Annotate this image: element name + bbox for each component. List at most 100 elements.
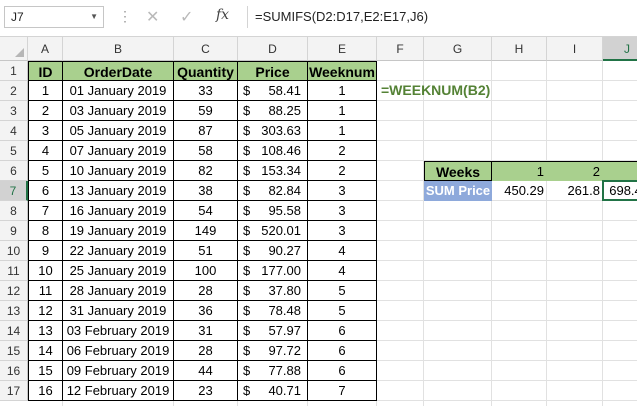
row-header-13[interactable]: 13 — [0, 301, 28, 321]
table-header-quantity[interactable]: Quantity — [174, 61, 238, 81]
summary-sum-value[interactable]: 261.8 — [547, 181, 603, 201]
cell-price[interactable]: $77.88 — [238, 361, 308, 381]
cell-id[interactable]: 14 — [28, 341, 63, 361]
active-cell-selection[interactable] — [602, 180, 637, 201]
cell-id[interactable]: 2 — [28, 101, 63, 121]
cell-quantity[interactable]: 23 — [174, 381, 238, 401]
cell-id[interactable]: 9 — [28, 241, 63, 261]
cell-order-date[interactable]: 22 January 2019 — [63, 241, 174, 261]
cell-order-date[interactable]: 09 February 2019 — [63, 361, 174, 381]
cell-quantity[interactable]: 100 — [174, 261, 238, 281]
table-header-weeknum[interactable]: Weeknum — [308, 61, 377, 81]
cell-weeknum[interactable]: 6 — [308, 321, 377, 341]
cell-weeknum[interactable]: 2 — [308, 141, 377, 161]
cell-id[interactable]: 5 — [28, 161, 63, 181]
row-header-16[interactable]: 16 — [0, 361, 28, 381]
cell-price[interactable]: $88.25 — [238, 101, 308, 121]
row-header-10[interactable]: 10 — [0, 241, 28, 261]
row-header-1[interactable]: 1 — [0, 61, 28, 81]
cell-order-date[interactable]: 25 January 2019 — [63, 261, 174, 281]
cell-quantity[interactable]: 28 — [174, 341, 238, 361]
row-header-3[interactable]: 3 — [0, 101, 28, 121]
column-header-d[interactable]: D — [238, 37, 308, 61]
row-header-7[interactable]: 7 — [0, 181, 28, 201]
row-header-12[interactable]: 12 — [0, 281, 28, 301]
cell-price[interactable]: $78.48 — [238, 301, 308, 321]
cell-weeknum[interactable]: 5 — [308, 301, 377, 321]
table-header-id[interactable]: ID — [28, 61, 63, 81]
cell-weeknum[interactable]: 5 — [308, 281, 377, 301]
cell-order-date[interactable]: 05 January 2019 — [63, 121, 174, 141]
cell-price[interactable]: $177.00 — [238, 261, 308, 281]
row-header-11[interactable]: 11 — [0, 261, 28, 281]
x-icon[interactable]: ✕ — [146, 7, 159, 27]
cell-order-date[interactable]: 12 February 2019 — [63, 381, 174, 401]
cell-quantity[interactable]: 33 — [174, 81, 238, 101]
cell-order-date[interactable]: 19 January 2019 — [63, 221, 174, 241]
formula-input[interactable]: =SUMIFS(D2:D17,E2:E17,J6) — [255, 6, 637, 28]
cell-order-date[interactable]: 13 January 2019 — [63, 181, 174, 201]
column-header-e[interactable]: E — [308, 37, 377, 61]
column-header-h[interactable]: H — [492, 37, 547, 61]
cell-weeknum[interactable]: 6 — [308, 361, 377, 381]
weeknum-formula-note[interactable]: =WEEKNUM(B2) — [381, 82, 490, 98]
column-header-c[interactable]: C — [174, 37, 238, 61]
cell-order-date[interactable]: 07 January 2019 — [63, 141, 174, 161]
summary-week-header[interactable]: 2 — [547, 161, 603, 181]
cell-price[interactable]: $58.41 — [238, 81, 308, 101]
row-header-4[interactable]: 4 — [0, 121, 28, 141]
summary-sum-label[interactable]: SUM Price — [424, 181, 492, 201]
table-header-price[interactable]: Price — [238, 61, 308, 81]
cell-price[interactable]: $153.34 — [238, 161, 308, 181]
cell-quantity[interactable]: 44 — [174, 361, 238, 381]
cell-weeknum[interactable]: 6 — [308, 341, 377, 361]
cell-weeknum[interactable]: 1 — [308, 101, 377, 121]
cell-weeknum[interactable]: 3 — [308, 221, 377, 241]
cell-quantity[interactable]: 82 — [174, 161, 238, 181]
cell-weeknum[interactable]: 1 — [308, 121, 377, 141]
cell-id[interactable]: 8 — [28, 221, 63, 241]
row-header-2[interactable]: 2 — [0, 81, 28, 101]
column-header-j[interactable]: J — [603, 37, 637, 61]
check-icon[interactable]: ✓ — [180, 7, 193, 27]
cell-price[interactable]: $82.84 — [238, 181, 308, 201]
chevron-down-icon[interactable]: ▼ — [90, 12, 98, 21]
cell-quantity[interactable]: 149 — [174, 221, 238, 241]
cell-order-date[interactable]: 16 January 2019 — [63, 201, 174, 221]
worksheet-grid[interactable]: ID OrderDate Quantity Price Weeknum 1 01 Janua… — [28, 61, 637, 406]
cell-weeknum[interactable]: 3 — [308, 181, 377, 201]
cell-weeknum[interactable]: 1 — [308, 81, 377, 101]
cell-id[interactable]: 4 — [28, 141, 63, 161]
cell-quantity[interactable]: 28 — [174, 281, 238, 301]
cell-id[interactable]: 10 — [28, 261, 63, 281]
summary-week-header[interactable]: 1 — [492, 161, 547, 181]
cell-weeknum[interactable]: 2 — [308, 161, 377, 181]
cell-order-date[interactable]: 28 January 2019 — [63, 281, 174, 301]
cell-quantity[interactable]: 51 — [174, 241, 238, 261]
cell-id[interactable]: 15 — [28, 361, 63, 381]
cell-order-date[interactable]: 06 February 2019 — [63, 341, 174, 361]
cell-quantity[interactable]: 36 — [174, 301, 238, 321]
row-header-15[interactable]: 15 — [0, 341, 28, 361]
cell-order-date[interactable]: 10 January 2019 — [63, 161, 174, 181]
cell-id[interactable]: 16 — [28, 381, 63, 401]
cell-id[interactable]: 11 — [28, 281, 63, 301]
column-header-b[interactable]: B — [63, 37, 174, 61]
row-header-17[interactable]: 17 — [0, 381, 28, 401]
cell-id[interactable]: 12 — [28, 301, 63, 321]
cell-weeknum[interactable]: 4 — [308, 241, 377, 261]
cell-order-date[interactable]: 03 January 2019 — [63, 101, 174, 121]
cell-price[interactable]: $57.97 — [238, 321, 308, 341]
select-all-button[interactable] — [0, 37, 28, 61]
cell-id[interactable]: 6 — [28, 181, 63, 201]
column-header-f[interactable]: F — [377, 37, 424, 61]
cell-price[interactable]: $303.63 — [238, 121, 308, 141]
row-header-9[interactable]: 9 — [0, 221, 28, 241]
cell-quantity[interactable]: 58 — [174, 141, 238, 161]
cell-weeknum[interactable]: 7 — [308, 381, 377, 401]
cell-price[interactable]: $97.72 — [238, 341, 308, 361]
cell-id[interactable]: 13 — [28, 321, 63, 341]
insert-function-icon[interactable]: fx — [216, 7, 229, 23]
column-header-a[interactable]: A — [28, 37, 63, 61]
row-header-5[interactable]: 5 — [0, 141, 28, 161]
